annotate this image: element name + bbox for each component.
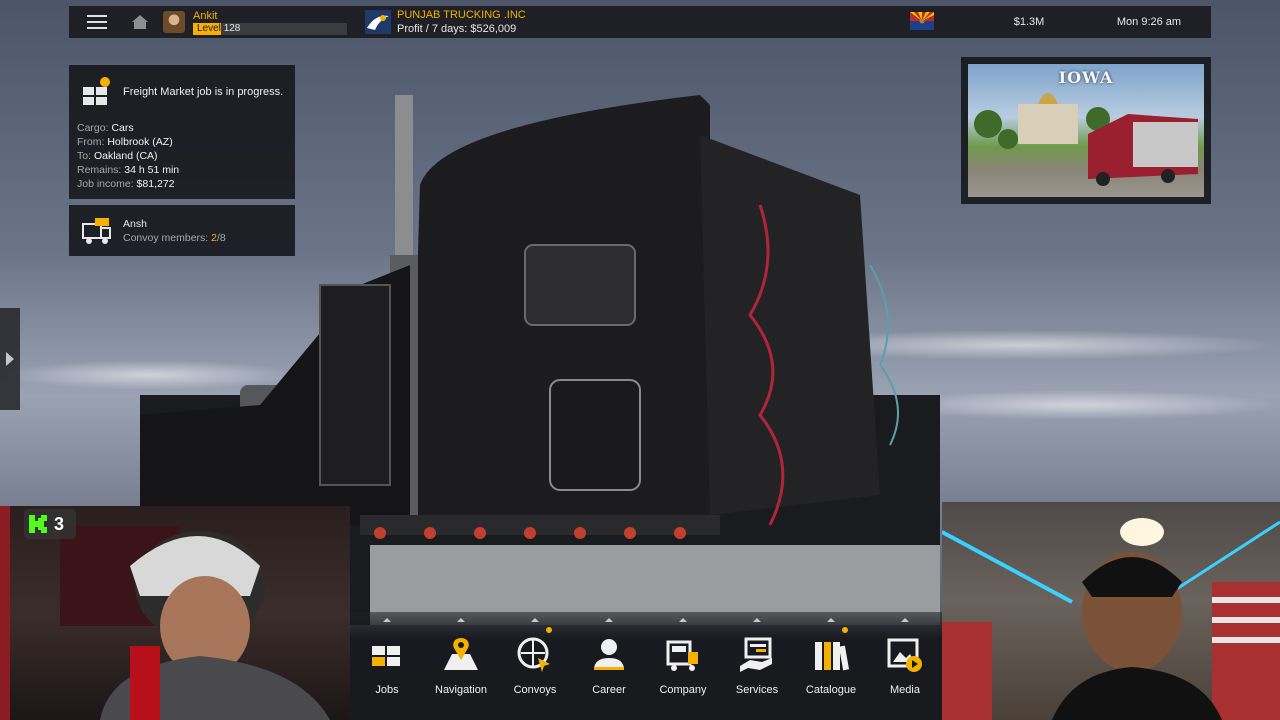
services-icon	[740, 637, 772, 672]
income-value: $81,272	[136, 178, 175, 190]
cargo-value: Cars	[111, 122, 134, 134]
to-label: To:	[77, 150, 92, 162]
kick-viewer-count: 3	[54, 513, 65, 534]
dock-label-company: Company	[659, 684, 707, 696]
company-icon	[666, 640, 698, 671]
notification-dot	[842, 627, 848, 633]
caret-up-icon	[679, 618, 687, 622]
dock-item-convoys[interactable]: Convoys	[498, 612, 572, 720]
company-logo-icon[interactable]	[365, 10, 391, 34]
convoy-name: Ansh	[123, 217, 147, 230]
game-time: Mon 9:26 am	[1116, 16, 1182, 28]
kick-badge: 3	[24, 509, 76, 539]
freight-market-icon	[83, 77, 110, 105]
to-value: Oakland (CA)	[93, 150, 158, 162]
company-profit: Profit / 7 days: $526,009	[397, 22, 517, 35]
convoys-icon	[517, 637, 550, 672]
home-button[interactable]	[125, 6, 155, 38]
webcam-right	[942, 502, 1280, 720]
convoy-panel[interactable]: Ansh Convoy members: 2/8	[69, 205, 295, 256]
top-bar: Ankit Level 128 PUNJAB TRUCKING .INC Pro…	[69, 6, 1211, 38]
level-label: Level	[197, 22, 221, 34]
dock-item-navigation[interactable]: Navigation	[424, 612, 498, 720]
caret-up-icon	[901, 618, 909, 622]
player-name: Ankit	[193, 9, 218, 22]
money-balance: $1.3M	[1013, 16, 1045, 28]
level-value: 128	[223, 22, 241, 34]
dock-item-career[interactable]: Career	[572, 612, 646, 720]
dock-item-media[interactable]: Media	[868, 612, 942, 720]
news-tile[interactable]: IOWA	[961, 57, 1211, 204]
dock-label-career: Career	[592, 684, 626, 696]
caret-up-icon	[383, 618, 391, 622]
dock-label-jobs: Jobs	[375, 684, 399, 696]
caret-up-icon	[753, 618, 761, 622]
dock-item-services[interactable]: Services	[720, 612, 794, 720]
dock-label-convoys: Convoys	[513, 684, 557, 696]
caret-up-icon	[605, 618, 613, 622]
remains-value: 34 h 51 min	[124, 164, 180, 176]
jobs-icon	[372, 646, 400, 666]
side-panel-toggle[interactable]	[0, 308, 20, 410]
remains-label: Remains:	[77, 164, 122, 176]
company-info[interactable]: PUNJAB TRUCKING .INC Profit / 7 days: $5…	[397, 9, 526, 36]
webcam-right-feed	[942, 518, 1280, 720]
dock-label-media: Media	[890, 684, 920, 696]
dock-item-catalogue[interactable]: Catalogue	[794, 612, 868, 720]
from-label: From:	[77, 136, 105, 148]
dock-item-company[interactable]: Company	[646, 612, 720, 720]
level-bar: Level 128	[193, 22, 347, 35]
dock-label-navigation: Navigation	[435, 684, 487, 696]
news-image: IOWA	[968, 64, 1204, 197]
caret-up-icon	[457, 618, 465, 622]
cargo-label: Cargo:	[77, 122, 109, 134]
dock-item-jobs[interactable]: Jobs	[350, 612, 424, 720]
chevron-right-icon	[6, 352, 14, 366]
menu-button[interactable]	[69, 6, 125, 38]
kick-logo-icon	[29, 515, 47, 533]
arizona-flag-icon	[910, 12, 934, 30]
career-icon	[594, 639, 624, 670]
player-info[interactable]: Ankit Level 128	[193, 10, 347, 35]
news-title: IOWA	[1058, 68, 1114, 87]
navigation-icon	[444, 638, 478, 670]
job-status-message: Freight Market job is in progress.	[123, 86, 284, 98]
hamburger-icon	[87, 15, 107, 29]
home-icon	[132, 15, 148, 29]
media-icon	[887, 638, 922, 672]
convoy-truck-icon	[82, 217, 111, 244]
catalogue-icon	[815, 642, 850, 671]
convoy-members-label: Convoy members:	[123, 231, 209, 244]
job-panel[interactable]: Freight Market job is in progress. Cargo…	[69, 65, 295, 199]
dock-label-catalogue: Catalogue	[805, 684, 857, 696]
bottom-dock: Jobs Navigation Convoys Career Company S…	[350, 612, 942, 720]
dock-label-services: Services	[735, 684, 779, 696]
income-label: Job income:	[77, 178, 134, 190]
player-avatar[interactable]	[163, 11, 185, 33]
caret-up-icon	[827, 618, 835, 622]
from-value: Holbrook (AZ)	[107, 136, 173, 148]
notification-dot	[546, 627, 552, 633]
company-name: PUNJAB TRUCKING .INC	[397, 8, 526, 21]
caret-up-icon	[531, 618, 539, 622]
convoy-members-total: /8	[216, 231, 226, 244]
